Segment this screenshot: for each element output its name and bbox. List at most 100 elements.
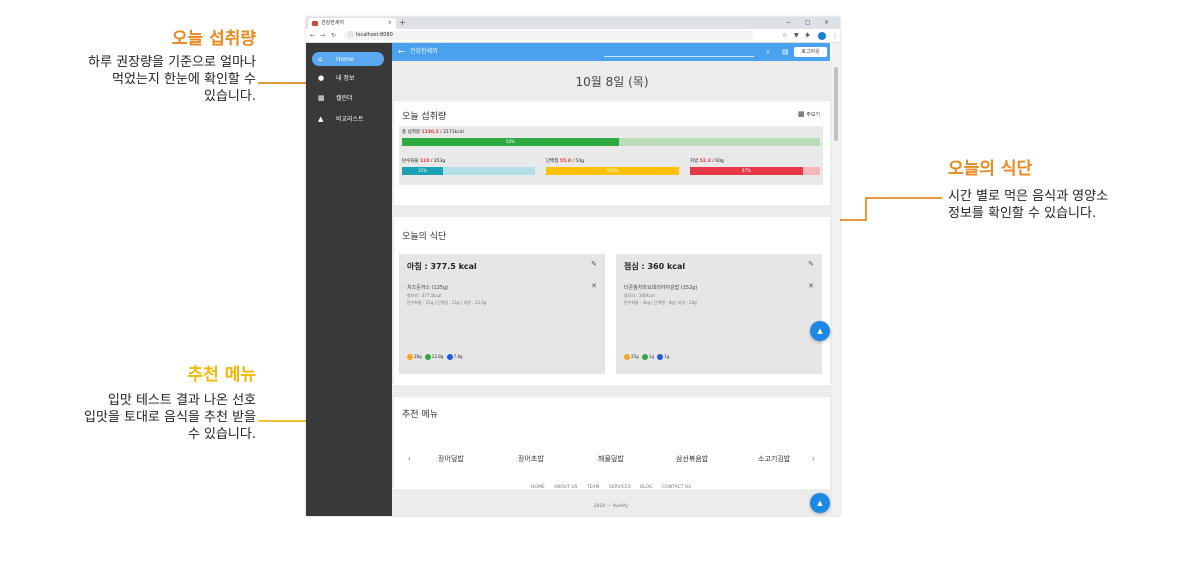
label-text: 지방 — [690, 159, 699, 164]
search-input[interactable] — [604, 56, 754, 57]
fat-bar: 87% — [690, 167, 820, 175]
food-nutrients: 탄수화물 : 3kg | 단백질 : 9g | 지방 : 20g — [624, 300, 697, 305]
menu-dots-icon[interactable]: ⋮ — [832, 30, 838, 41]
minimize-button[interactable]: − — [786, 17, 791, 29]
calendar-icon: ▦ — [798, 110, 805, 118]
sidebar-item-my-info[interactable]: ● 내 정보 — [318, 72, 354, 84]
footer-link[interactable]: CONTACT US — [662, 485, 691, 490]
recommend-item[interactable]: 소고기김밥 — [758, 449, 790, 469]
puzzle-icon[interactable]: ✱ — [805, 30, 810, 41]
annotation-intake-body: 하루 권장량을 기준으로 얼마나 먹었는지 한눈에 확인할 수 있습니다. — [20, 54, 256, 105]
thumb-up-icon: ▲ — [318, 115, 324, 123]
sidebar-item-home[interactable]: ⌂ Home — [318, 53, 354, 65]
recommend-card: 추천 메뉴 ‹ 장어덮밥 장어초밥 해물덮밥 삼선볶음밥 소고기김밥 › — [394, 397, 830, 489]
intake-title: 오늘 섭취량 — [402, 112, 447, 122]
sidebar-item-label: 내 정보 — [336, 75, 355, 82]
sidebar-item-label: 비교리스트 — [336, 116, 364, 123]
scroll-top-button-footer[interactable]: ▲ — [810, 493, 830, 513]
footer-link[interactable]: ABOUT US — [554, 485, 577, 490]
close-window-button[interactable]: × — [824, 17, 829, 29]
footer-link[interactable]: BLOG — [640, 485, 652, 490]
scroll-top-button[interactable]: ▲ — [810, 321, 830, 341]
recommend-item[interactable]: 장어덮밥 — [438, 449, 464, 469]
protein-bar: 100% — [546, 167, 679, 175]
carb-chip-icon — [407, 354, 413, 360]
back-nav-icon[interactable]: ← — [310, 30, 315, 41]
carousel-next-icon[interactable]: › — [812, 449, 815, 469]
meal-card-lunch: 점심 : 360 kcal ✎ 더존참치마요데리야끼김밥 (152g) ✕ 칼로… — [616, 254, 822, 374]
protein-chip-icon — [641, 354, 648, 360]
recommend-item[interactable]: 해물덮밥 — [598, 449, 624, 469]
recommend-item[interactable]: 삼선볶음밥 — [676, 449, 708, 469]
fat-chip-icon — [446, 354, 453, 360]
bar-percent: 87% — [742, 168, 751, 173]
annotation-recommend-title: 추천 메뉴 — [187, 365, 256, 385]
carb-chip-icon — [624, 354, 630, 360]
page-date: 10월 8일 (목) — [575, 75, 649, 89]
edit-pencil-icon[interactable]: ✎ — [808, 260, 814, 268]
value-text: 110 — [420, 159, 430, 164]
diet-title: 오늘의 식단 — [402, 232, 447, 242]
recommend-item[interactable]: 장어초밥 — [518, 449, 544, 469]
sidebar-item-calendar[interactable]: ▦ 캘린더 — [318, 92, 353, 104]
label-text: 총 섭취량 — [402, 130, 420, 135]
footer-links: HOME ABOUT US TEAM SERVICES BLOG CONTACT… — [392, 485, 830, 490]
sidebar: ⌂ Home ● 내 정보 ▦ 캘린더 ▲ 비교리스트 — [306, 43, 392, 516]
value-text: 1130.3 — [421, 130, 439, 135]
carb-bar: 31% — [402, 167, 535, 175]
search-icon[interactable]: ⌕ — [766, 43, 770, 61]
url-text: localhost:8080 — [356, 32, 393, 38]
goal-text: / 2171kcal — [438, 130, 464, 135]
message-icon[interactable]: ▤ — [782, 43, 789, 61]
person-icon: ● — [318, 74, 325, 82]
protein-chip-icon — [424, 354, 431, 360]
footer-link[interactable]: SERVICES — [609, 485, 631, 490]
value-text: 52.3 — [699, 159, 711, 164]
footer-link[interactable]: HOME — [531, 485, 545, 490]
annotation-line: 하루 권장량을 기준으로 얼마나 — [88, 55, 256, 70]
carousel-prev-icon[interactable]: ‹ — [408, 449, 411, 469]
meal-title: 점심 : 360 kcal — [624, 262, 686, 271]
app-title[interactable]: 건강한세끼 — [410, 43, 438, 61]
star-icon[interactable]: ☆ — [782, 30, 787, 41]
profile-avatar[interactable] — [818, 32, 826, 40]
url-input[interactable]: ⓘ localhost:8080 — [344, 31, 754, 40]
fat-label: 지방 52.3 / 60g — [690, 158, 724, 164]
favicon-icon — [312, 21, 318, 26]
forward-nav-icon[interactable]: → — [320, 30, 325, 41]
annotation-line: 입맛 테스트 결과 나온 선호 — [107, 393, 256, 408]
remove-food-icon[interactable]: ✕ — [591, 282, 597, 290]
recommend-title: 추천 메뉴 — [402, 410, 438, 420]
recommend-carousel: ‹ 장어덮밥 장어초밥 해물덮밥 삼선볶음밥 소고기김밥 › — [394, 449, 830, 469]
food-calorie: 칼로리 : 377.5kcal — [407, 293, 442, 298]
reload-icon[interactable]: ↻ — [331, 30, 336, 41]
new-tab-button[interactable]: + — [399, 17, 406, 29]
total-intake-label: 총 섭취량 1130.3 / 2171kcal — [402, 129, 464, 135]
logout-button[interactable]: 로그아웃 — [794, 47, 827, 57]
annotation-line: 수 있습니다. — [187, 427, 256, 442]
sidebar-item-label: 캘린더 — [336, 95, 353, 102]
carb-label: 탄수화물 110 / 353g — [402, 158, 445, 164]
chip-value: 22.8g — [431, 354, 444, 359]
remove-food-icon[interactable]: ✕ — [808, 282, 814, 290]
footer-link[interactable]: TEAM — [587, 485, 600, 490]
edit-pencil-icon[interactable]: ✎ — [591, 260, 597, 268]
food-name: 치즈돈까스 (125g) — [407, 285, 449, 291]
tab-bar: 건강한세끼 × + − ▢ × — [306, 17, 840, 29]
maximize-button[interactable]: ▢ — [805, 17, 811, 29]
calendar-icon: ▦ — [318, 94, 325, 102]
extension-icon[interactable]: ▼ — [794, 30, 799, 41]
intake-summary-box: 총 섭취량 1130.3 / 2171kcal 50% 탄수화물 110 / 3… — [399, 126, 823, 185]
goal-text: / 353g — [429, 159, 446, 164]
sidebar-item-compare-list[interactable]: ▲ 비교리스트 — [318, 113, 364, 125]
browser-tab[interactable]: 건강한세끼 × — [308, 18, 396, 29]
scrollbar-thumb[interactable] — [834, 67, 838, 141]
tab-close-icon[interactable]: × — [388, 18, 392, 29]
week-view-button[interactable]: ▦ 주보기 — [798, 110, 820, 118]
back-arrow-icon[interactable]: ← — [398, 43, 405, 61]
meal-title: 아침 : 377.5 kcal — [407, 262, 477, 271]
main-content: 10월 8일 (목) 오늘 섭취량 ▦ 주보기 총 섭취량 1130.3 / 2… — [392, 61, 832, 516]
food-name: 더존참치마요데리야끼김밥 (152g) — [624, 285, 698, 291]
sidebar-item-label: Home — [336, 56, 354, 63]
annotation-line: 입맛을 토대로 음식을 추천 받을 — [83, 410, 256, 425]
